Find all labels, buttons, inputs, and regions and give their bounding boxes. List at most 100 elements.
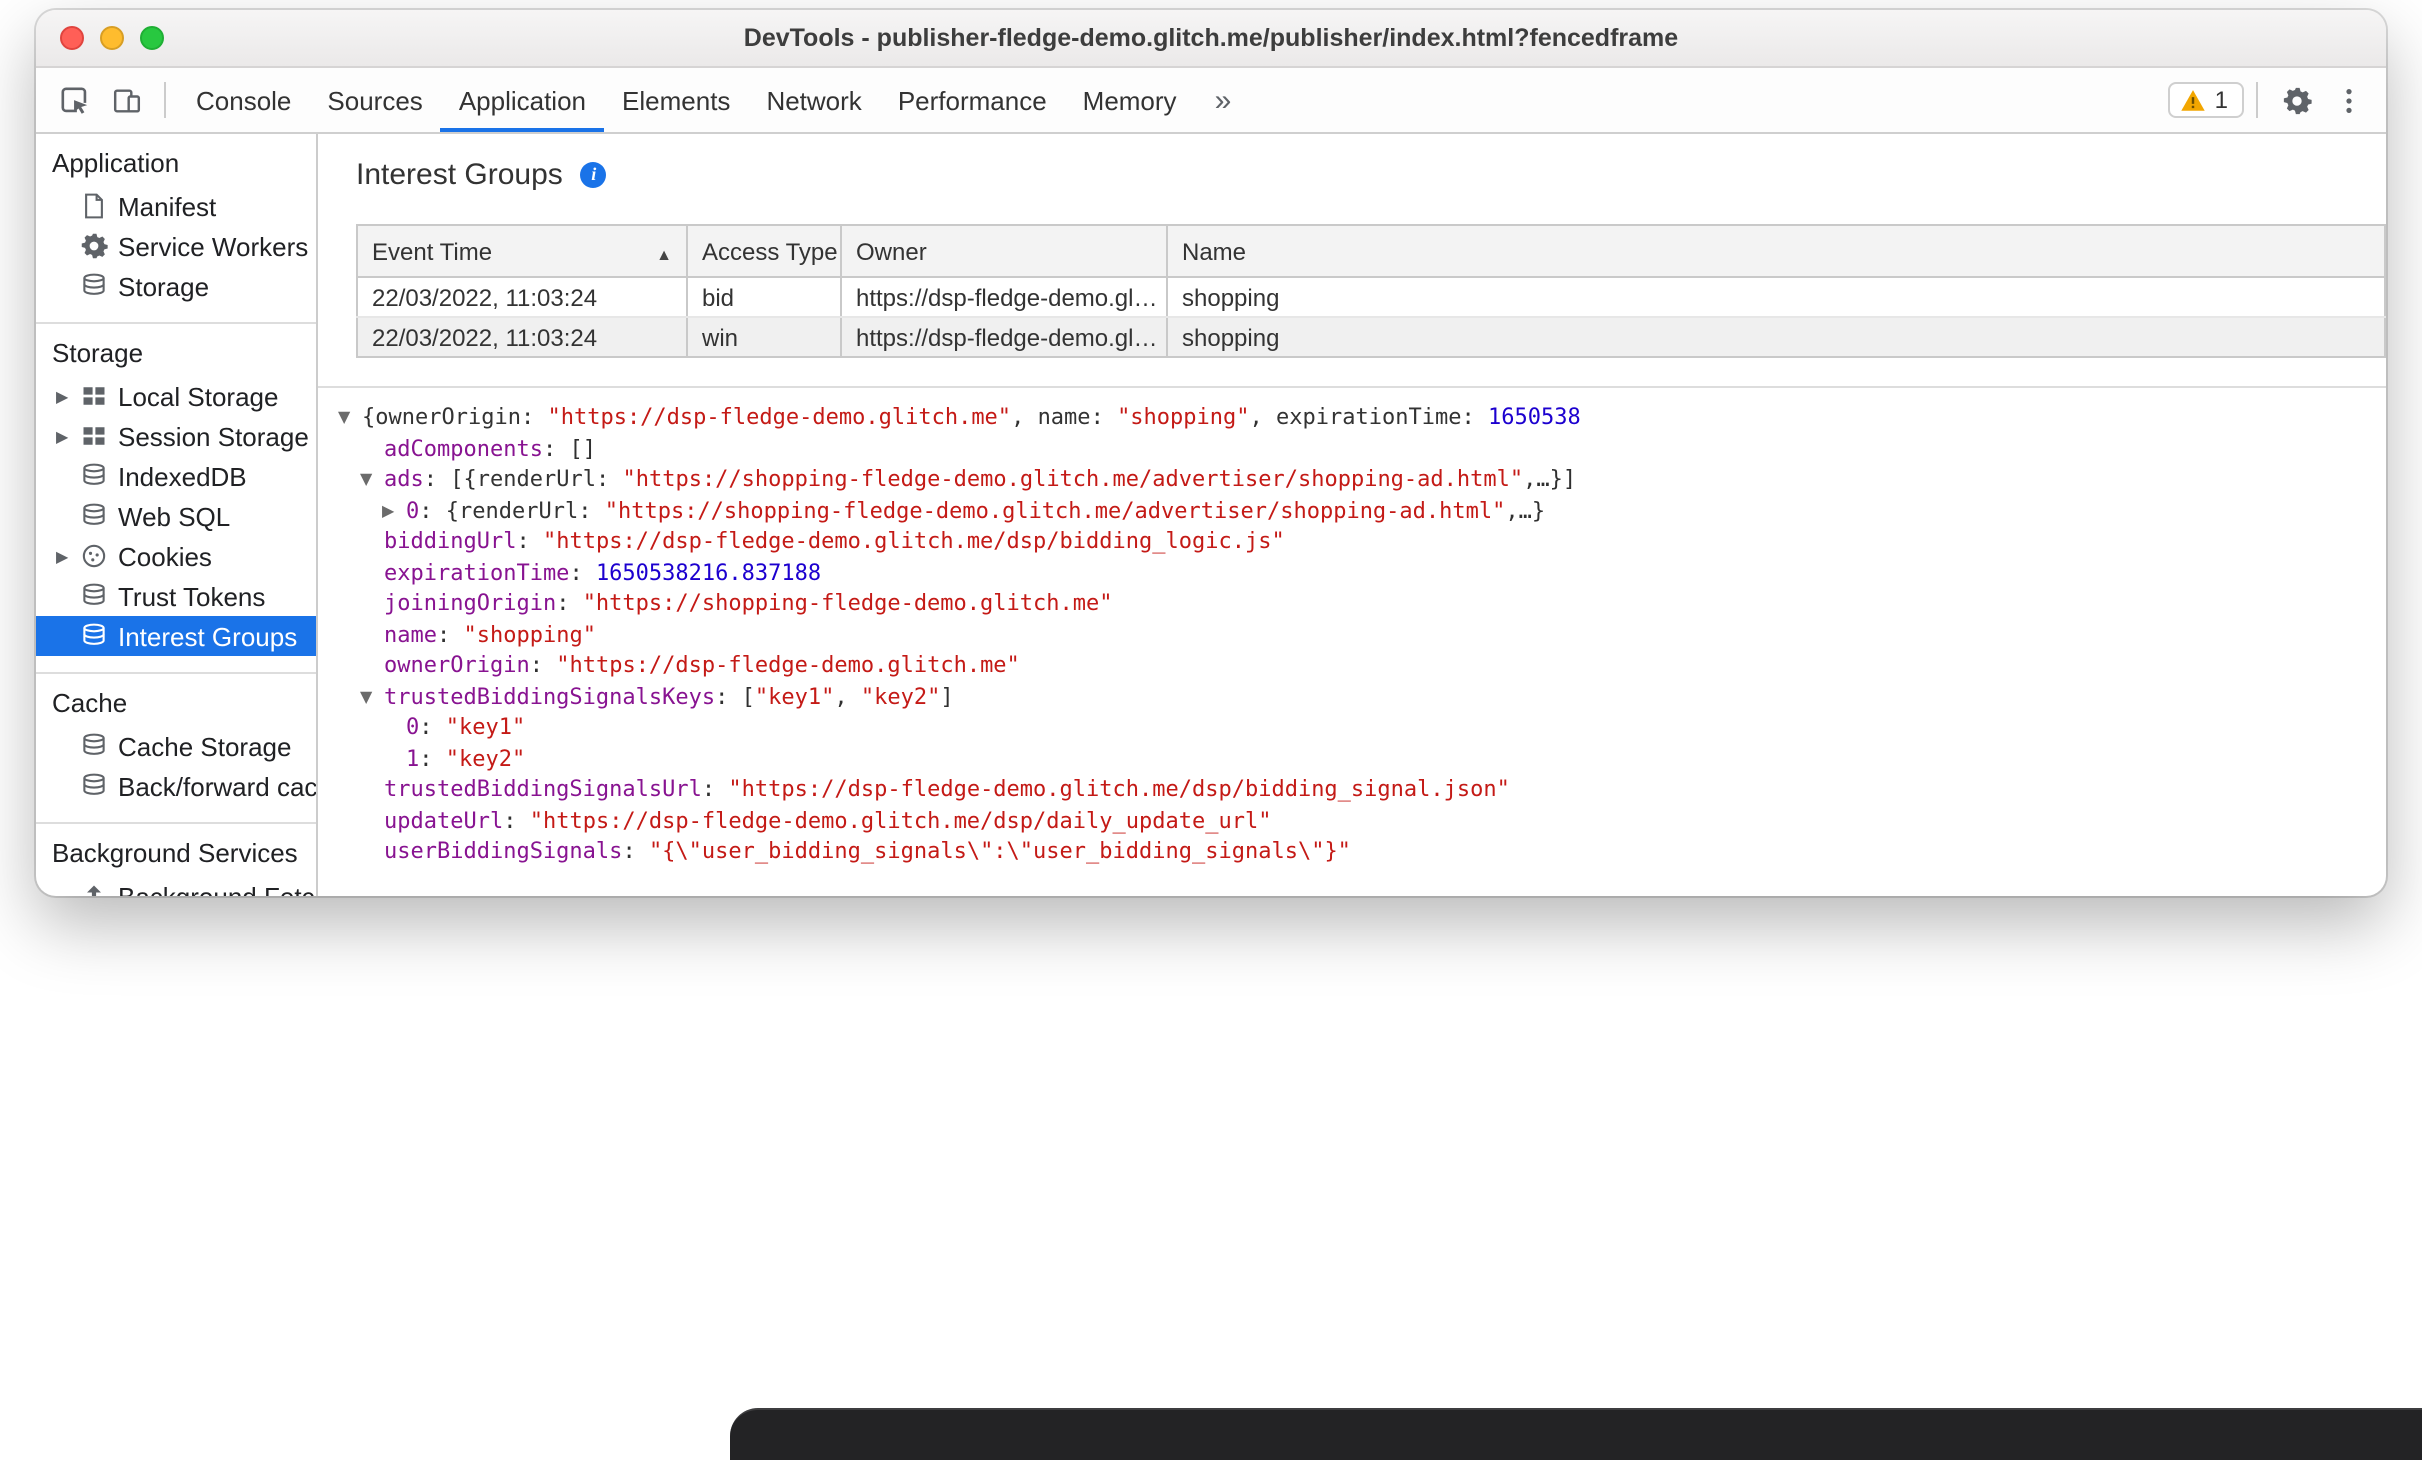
tree-row[interactable]: biddingUrl: "https://dsp-fledge-demo.gli… [318,526,2386,557]
tree-row[interactable]: 1: "key2" [318,743,2386,774]
tree-row[interactable]: updateUrl: "https://dsp-fledge-demo.glit… [318,805,2386,836]
tree-token: name [384,621,437,647]
tree-token: { [362,404,376,430]
more-tabs-button[interactable]: » [1195,83,1252,117]
toolbar-right: 1 [2168,68,2374,132]
tree-token: expirationTime [1276,404,1462,430]
tab-application[interactable]: Application [440,68,605,132]
sidebar-item-label: Session Storage [118,421,309,451]
tree-token: : [1090,404,1118,430]
sidebar-item-cache-storage[interactable]: Cache Storage [36,726,316,766]
json-tree: ▼{ownerOrigin: "https://dsp-fledge-demo.… [318,386,2386,867]
sort-asc-icon: ▲ [656,245,672,263]
sidebar-section-storage: Storage ▶ Local Storage ▶ Session Storage Ind… [36,324,316,674]
sidebar-section-title: Application [52,148,180,178]
page-title: Interest Groups [356,157,563,191]
settings-button[interactable] [2270,74,2322,126]
tab-memory[interactable]: Memory [1065,68,1195,132]
sidebar-section-cache: Cache Cache Storage Back/forward cache [36,674,316,824]
sidebar-item-trust-tokens[interactable]: Trust Tokens [36,576,316,616]
tree-token: ownerOrigin [384,652,530,678]
tree-token: : [419,745,446,771]
desktop: DevTools - publisher-fledge-demo.glitch.… [0,0,2422,1460]
sidebar-item-service-workers[interactable]: Service Workers [36,226,316,266]
sidebar-item-label: Back/forward cache [118,771,316,801]
triangle-down-icon[interactable]: ▼ [360,464,384,495]
sidebar-item-web-sql[interactable]: Web SQL [36,496,316,536]
triangle-down-icon[interactable]: ▼ [360,681,384,712]
devtools-window: DevTools - publisher-fledge-demo.glitch.… [36,10,2386,896]
panel-header: Interest Groups i [356,152,2386,196]
sidebar-item-label: IndexedDB [118,461,247,491]
column-header-owner[interactable]: Owner [841,225,1168,278]
sidebar-item-label: Trust Tokens [118,581,266,611]
triangle-down-icon[interactable]: ▼ [338,402,362,433]
tree-row[interactable]: ▼{ownerOrigin: "https://dsp-fledge-demo.… [318,402,2386,433]
toolbar-separator [164,82,166,118]
tree-token: biddingUrl [384,528,517,554]
info-icon[interactable]: i [580,161,607,187]
sidebar-item-label: Cookies [118,541,212,571]
tree-row[interactable]: ownerOrigin: "https://dsp-fledge-demo.gl… [318,650,2386,681]
triangle-right-icon[interactable]: ▶ [382,495,406,526]
close-button[interactable] [60,26,84,50]
tree-token: renderUrl [476,466,596,492]
tree-row[interactable]: userBiddingSignals: "{\"user_bidding_sig… [318,836,2386,867]
sidebar-item-indexeddb[interactable]: IndexedDB [36,456,316,496]
tree-token: : [{ [423,466,477,492]
chevron-right-icon[interactable]: ▶ [56,387,80,405]
tree-row[interactable]: trustedBiddingSignalsUrl: "https://dsp-f… [318,774,2386,805]
tab-sources[interactable]: Sources [309,68,440,132]
tree-token: "https://dsp-fledge-demo.glitch.me/dsp/b… [728,776,1510,802]
column-header-access-type[interactable]: Access Type [687,225,842,278]
sidebar-item-cookies[interactable]: ▶ Cookies [36,536,316,576]
marker-spacer [382,743,406,774]
table-row[interactable]: 22/03/2022, 11:03:24 bid https://dsp-fledg… [357,277,2386,318]
inspect-element-button[interactable] [48,74,100,126]
chevron-right-icon[interactable]: ▶ [56,547,80,565]
cell-event-time: 22/03/2022, 11:03:24 [357,277,688,318]
sidebar-section-background-services: Background Services Background Fetch [36,824,316,896]
issues-counter[interactable]: 1 [2168,82,2244,118]
sidebar-item-manifest[interactable]: Manifest [36,186,316,226]
database-icon [80,502,108,530]
sidebar-item-label: Cache Storage [118,731,292,761]
tab-network[interactable]: Network [748,68,879,132]
tab-elements[interactable]: Elements [604,68,748,132]
sidebar-item-label: Background Fetch [118,881,316,896]
sidebar-item-storage[interactable]: Storage [36,266,316,306]
device-toolbar-button[interactable] [100,74,152,126]
tree-token: , [1011,404,1038,430]
tree-token: : [516,528,543,554]
tree-token: : [701,776,729,802]
zoom-button[interactable] [140,26,164,50]
tab-console[interactable]: Console [178,68,309,132]
tree-row[interactable]: ▼ trustedBiddingSignalsKeys: ["key1", "ke… [318,681,2386,712]
tree-row[interactable]: ▼ ads: [{renderUrl: "https://shopping-fle… [318,464,2386,495]
device-toolbar-icon [111,85,141,115]
table-row[interactable]: 22/03/2022, 11:03:24 win https://dsp-fledg… [357,317,2386,357]
sidebar-item-local-storage[interactable]: ▶ Local Storage [36,376,316,416]
tree-row[interactable]: name: "shopping" [318,619,2386,650]
sidebar-item-background-fetch[interactable]: Background Fetch [36,876,316,896]
tree-token: "https://dsp-fledge-demo.glitch.me/dsp/d… [529,807,1272,833]
table-icon [80,382,108,410]
column-header-event-time[interactable]: Event Time ▲ [357,225,688,278]
minimize-button[interactable] [100,26,124,50]
kebab-menu-button[interactable] [2322,74,2374,126]
column-header-name[interactable]: Name [1167,225,2386,278]
tree-row[interactable]: adComponents: [] [318,433,2386,464]
chevron-right-icon[interactable]: ▶ [56,427,80,445]
tree-row[interactable]: expirationTime: 1650538216.837188 [318,557,2386,588]
tree-token: 0 [406,714,420,740]
sidebar-item-back-forward-cache[interactable]: Back/forward cache [36,766,316,806]
tree-token: : [] [542,435,596,461]
tab-performance[interactable]: Performance [880,68,1065,132]
sidebar-item-interest-groups[interactable]: Interest Groups [36,616,316,656]
tree-row[interactable]: 0: "key1" [318,712,2386,743]
tree-token: "https://dsp-fledge-demo.glitch.me" [547,404,1012,430]
tree-row[interactable]: ▶ 0: {renderUrl: "https://shopping-fledge… [318,495,2386,526]
sidebar-item-session-storage[interactable]: ▶ Session Storage [36,416,316,456]
tree-row[interactable]: joiningOrigin: "https://shopping-fledge-… [318,588,2386,619]
cell-name: shopping [1167,277,2386,318]
